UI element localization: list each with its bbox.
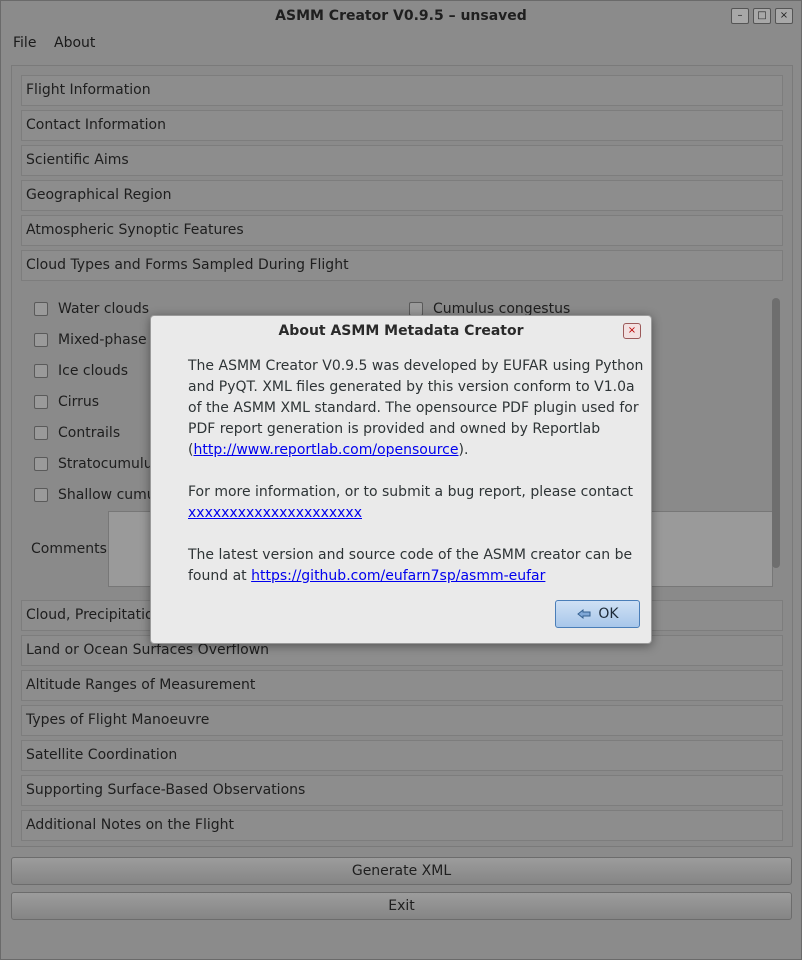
generate-xml-button[interactable]: Generate XML <box>11 857 792 885</box>
titlebar-buttons: – □ × <box>731 8 793 24</box>
paragraph-text: For more information, or to submit a bug… <box>188 484 634 500</box>
scrollbar-thumb[interactable] <box>772 298 780 568</box>
github-link[interactable]: https://github.com/eufarn7sp/asmm-eufar <box>251 568 545 584</box>
section-additional-notes[interactable]: Additional Notes on the Flight <box>21 810 783 841</box>
ok-button[interactable]: OK <box>555 600 640 628</box>
reportlab-link[interactable]: http://www.reportlab.com/opensource <box>193 442 458 458</box>
panel-scrollbar[interactable] <box>770 290 782 582</box>
dialog-paragraph-2: For more information, or to submit a bug… <box>188 482 648 524</box>
checkbox-box[interactable] <box>34 426 48 440</box>
checkbox-box[interactable] <box>34 364 48 378</box>
checkbox-label: Mixed-phase cl <box>58 332 163 348</box>
checkbox-shallow-cumulus[interactable]: Shallow cumulu <box>34 487 168 503</box>
close-icon[interactable]: × <box>775 8 793 24</box>
section-geographical-region[interactable]: Geographical Region <box>21 180 783 211</box>
checkbox-mixed-phase[interactable]: Mixed-phase cl <box>34 332 163 348</box>
dialog-paragraph-3: The latest version and source code of th… <box>188 545 648 587</box>
checkbox-box[interactable] <box>409 302 423 316</box>
ok-icon <box>577 608 591 620</box>
checkbox-contrails[interactable]: Contrails <box>34 425 120 441</box>
section-altitude-ranges[interactable]: Altitude Ranges of Measurement <box>21 670 783 701</box>
dialog-close-icon[interactable]: × <box>623 323 641 339</box>
menubar: File About <box>1 31 801 57</box>
dialog-paragraph-1: The ASMM Creator V0.9.5 was developed by… <box>188 356 648 461</box>
checkbox-label: Ice clouds <box>58 363 129 379</box>
checkbox-box[interactable] <box>34 457 48 471</box>
section-flight-manoeuvre[interactable]: Types of Flight Manoeuvre <box>21 705 783 736</box>
section-satellite-coordination[interactable]: Satellite Coordination <box>21 740 783 771</box>
comments-label: Comments <box>31 541 107 557</box>
dialog-title: About ASMM Metadata Creator <box>278 323 524 339</box>
checkbox-box[interactable] <box>34 395 48 409</box>
checkbox-label: Stratocumulus <box>58 456 160 472</box>
checkbox-cirrus[interactable]: Cirrus <box>34 394 99 410</box>
section-cloud-types[interactable]: Cloud Types and Forms Sampled During Fli… <box>21 250 783 281</box>
checkbox-stratocumulus[interactable]: Stratocumulus <box>34 456 160 472</box>
window-title: ASMM Creator V0.9.5 – unsaved <box>275 8 527 24</box>
menu-about[interactable]: About <box>54 35 95 51</box>
maximize-icon[interactable]: □ <box>753 8 771 24</box>
ok-label: OK <box>598 606 619 622</box>
section-flight-information[interactable]: Flight Information <box>21 75 783 106</box>
checkbox-label: Cirrus <box>58 394 100 410</box>
dialog-body: The ASMM Creator V0.9.5 was developed by… <box>188 356 648 608</box>
paragraph-text: ). <box>458 442 469 458</box>
checkbox-label: Water clouds <box>58 301 150 317</box>
menu-file[interactable]: File <box>13 35 36 51</box>
checkbox-label: Contrails <box>58 425 121 441</box>
exit-button[interactable]: Exit <box>11 892 792 920</box>
section-surface-based-observations[interactable]: Supporting Surface-Based Observations <box>21 775 783 806</box>
section-scientific-aims[interactable]: Scientific Aims <box>21 145 783 176</box>
checkbox-box[interactable] <box>34 302 48 316</box>
section-contact-information[interactable]: Contact Information <box>21 110 783 141</box>
checkbox-ice-clouds[interactable]: Ice clouds <box>34 363 128 379</box>
section-atmospheric-synoptic-features[interactable]: Atmospheric Synoptic Features <box>21 215 783 246</box>
minimize-icon[interactable]: – <box>731 8 749 24</box>
checkbox-water-clouds[interactable]: Water clouds <box>34 301 149 317</box>
checkbox-box[interactable] <box>34 333 48 347</box>
checkbox-box[interactable] <box>34 488 48 502</box>
contact-email-link[interactable]: xxxxxxxxxxxxxxxxxxxxx <box>188 505 362 521</box>
about-dialog: About ASMM Metadata Creator × The ASMM C… <box>150 315 652 644</box>
